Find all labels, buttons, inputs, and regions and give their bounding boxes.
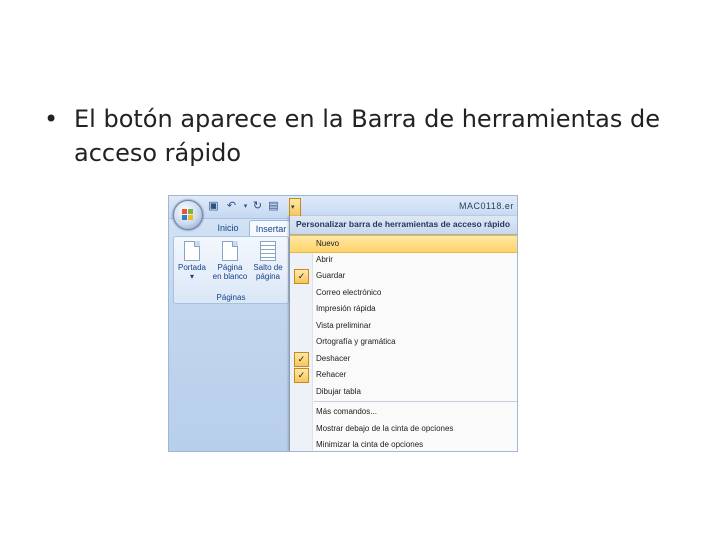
tab-label: Inicio <box>217 223 239 233</box>
undo-icon[interactable]: ↶ <box>225 200 238 213</box>
tab-label: Insertar <box>255 224 287 234</box>
blank-page-icon <box>222 241 238 261</box>
portada-dropdown-icon: ▾ <box>189 272 194 281</box>
pages-icon[interactable]: ▤ <box>267 200 280 213</box>
customize-qat-menu: Personalizar barra de herramientas de ac… <box>289 216 517 451</box>
slide-bullet-text: El botón aparece en la Barra de herramie… <box>74 105 660 167</box>
page-break-label: Salto de <box>253 263 283 272</box>
save-icon[interactable]: ▣ <box>207 200 220 213</box>
menu-item-label: Guardar <box>316 271 346 280</box>
page-break-button[interactable]: Salto de página <box>250 241 286 281</box>
menu-item[interactable]: Dibujar tabla <box>290 384 517 400</box>
blank-page-button[interactable]: Página en blanco <box>212 241 248 281</box>
menu-item-label: Minimizar la cinta de opciones <box>316 440 424 449</box>
menu-item-label: Correo electrónico <box>316 287 382 297</box>
menu-item[interactable]: ✓ Deshacer <box>290 351 517 367</box>
menu-item[interactable]: Impresión rápida <box>290 301 517 317</box>
window-title: MAC0118.er <box>459 201 514 211</box>
menu-item[interactable]: ✓ Rehacer <box>290 367 517 383</box>
menu-item-label: Vista preliminar <box>316 320 371 330</box>
menu-item[interactable]: Minimizar la cinta de opciones <box>290 437 517 451</box>
menu-item[interactable]: Correo electrónico <box>290 285 517 301</box>
check-icon: ✓ <box>294 351 309 367</box>
menu-header-text: Personalizar barra de herramientas de ac… <box>296 219 511 229</box>
menu-item-label: Mostrar debajo de la cinta de opciones <box>316 423 454 433</box>
menu-item[interactable]: Vista preliminar <box>290 318 517 334</box>
cover-page-icon <box>184 241 200 261</box>
menu-header: Personalizar barra de herramientas de ac… <box>290 216 517 235</box>
blank-page-label: Página <box>217 263 243 272</box>
menu-item[interactable]: ✓ Guardar <box>290 268 517 284</box>
check-icon: ✓ <box>294 269 309 284</box>
menu-item-label: Impresión rápida <box>316 304 376 313</box>
menu-item[interactable]: Nuevo <box>290 235 517 253</box>
page-break-icon <box>260 241 276 261</box>
word-screenshot: ▣ ↶ ▾ ↻ ▤ ▾ MAC0118.er Inicio Insertar P… <box>168 195 518 452</box>
portada-label: Portada <box>177 263 207 272</box>
menu-item-label: Más comandos... <box>316 407 377 416</box>
tab-inicio[interactable]: Inicio <box>211 220 245 236</box>
menu-item[interactable]: Ortografía y gramática <box>290 334 517 350</box>
menu-item-label: Abrir <box>316 254 333 264</box>
group-label: Páginas <box>216 293 246 302</box>
customize-qat-button[interactable]: ▾ <box>289 198 301 218</box>
office-button[interactable] <box>173 200 203 230</box>
menu-item-label: Dibujar tabla <box>316 386 361 396</box>
menu-item-label: Rehacer <box>316 370 347 379</box>
customize-dropdown-icon: ▾ <box>291 204 295 211</box>
ribbon-group-paginas: Portada ▾ Página en blanco Salto de pági… <box>173 236 289 304</box>
blank-page-sublabel: en blanco <box>212 272 248 281</box>
redo-icon[interactable]: ↻ <box>251 200 264 213</box>
check-icon: ✓ <box>294 368 309 383</box>
menu-item-label: Nuevo <box>316 239 340 248</box>
office-logo-icon <box>182 209 194 221</box>
tab-insertar[interactable]: Insertar <box>249 220 293 237</box>
menu-item[interactable]: Mostrar debajo de la cinta de opciones <box>290 421 517 437</box>
menu-item[interactable]: Más comandos... <box>290 404 517 420</box>
menu-item[interactable]: Abrir <box>290 252 517 268</box>
page-break-sublabel: página <box>255 272 281 281</box>
portada-button[interactable]: Portada ▾ <box>174 241 210 281</box>
bullet-dot: • <box>44 105 59 133</box>
menu-item-label: Ortografía y gramática <box>316 337 396 346</box>
menu-separator <box>314 401 517 402</box>
menu-item-label: Deshacer <box>316 353 351 363</box>
